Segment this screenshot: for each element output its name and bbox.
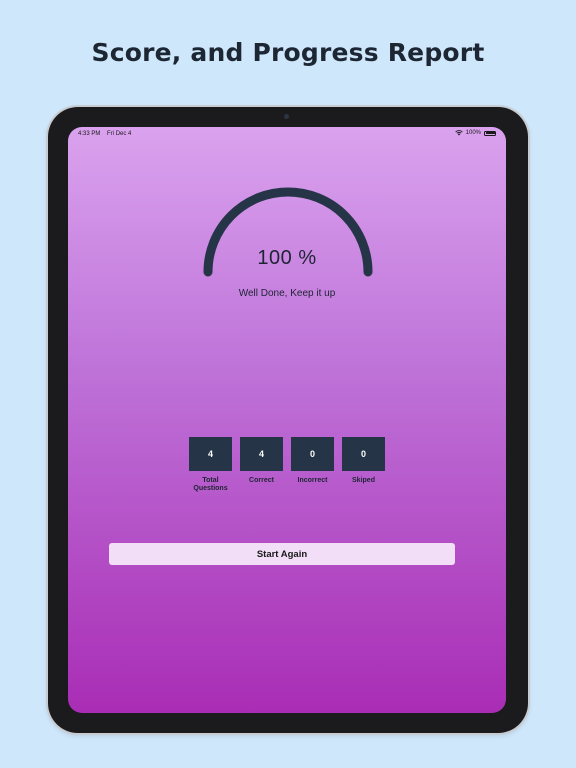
stat-value-box: 4 <box>240 437 283 471</box>
tablet-frame: 4:33 PM Fri Dec 4 100% 100 % Well Done, … <box>48 107 528 733</box>
stat-label: Correct <box>249 477 274 484</box>
stat-value-box: 0 <box>291 437 334 471</box>
stat-total-questions: 4 Total Questions <box>189 437 232 493</box>
start-again-button[interactable]: Start Again <box>109 543 455 565</box>
stat-label: Total Questions <box>193 477 228 492</box>
status-bar: 4:33 PM Fri Dec 4 100% <box>68 127 506 141</box>
status-right: 100% <box>454 130 496 136</box>
app-screen: 4:33 PM Fri Dec 4 100% 100 % Well Done, … <box>68 127 506 713</box>
stat-value-box: 4 <box>189 437 232 471</box>
stat-skipped: 0 Skiped <box>342 437 385 485</box>
battery-percent: 100% <box>465 130 481 136</box>
battery-fill <box>485 132 495 134</box>
stat-label: Skiped <box>352 477 375 484</box>
status-time: 4:33 PM <box>78 131 101 137</box>
stat-label: Incorrect <box>297 477 328 484</box>
page-headline: Score, and Progress Report <box>91 38 485 67</box>
status-date: Fri Dec 4 <box>107 131 132 137</box>
score-message: Well Done, Keep it up <box>238 288 336 299</box>
status-left: 4:33 PM Fri Dec 4 <box>78 131 136 137</box>
wifi-icon <box>454 130 463 136</box>
stat-correct: 4 Correct <box>240 437 283 485</box>
battery-icon <box>484 130 496 136</box>
stat-incorrect: 0 Incorrect <box>291 437 334 485</box>
stats-row: 4 Total Questions 4 Correct 0 Incorrect … <box>189 437 389 507</box>
camera-dot <box>284 114 289 119</box>
score-percent: 100 % <box>257 247 317 269</box>
stat-value-box: 0 <box>342 437 385 471</box>
